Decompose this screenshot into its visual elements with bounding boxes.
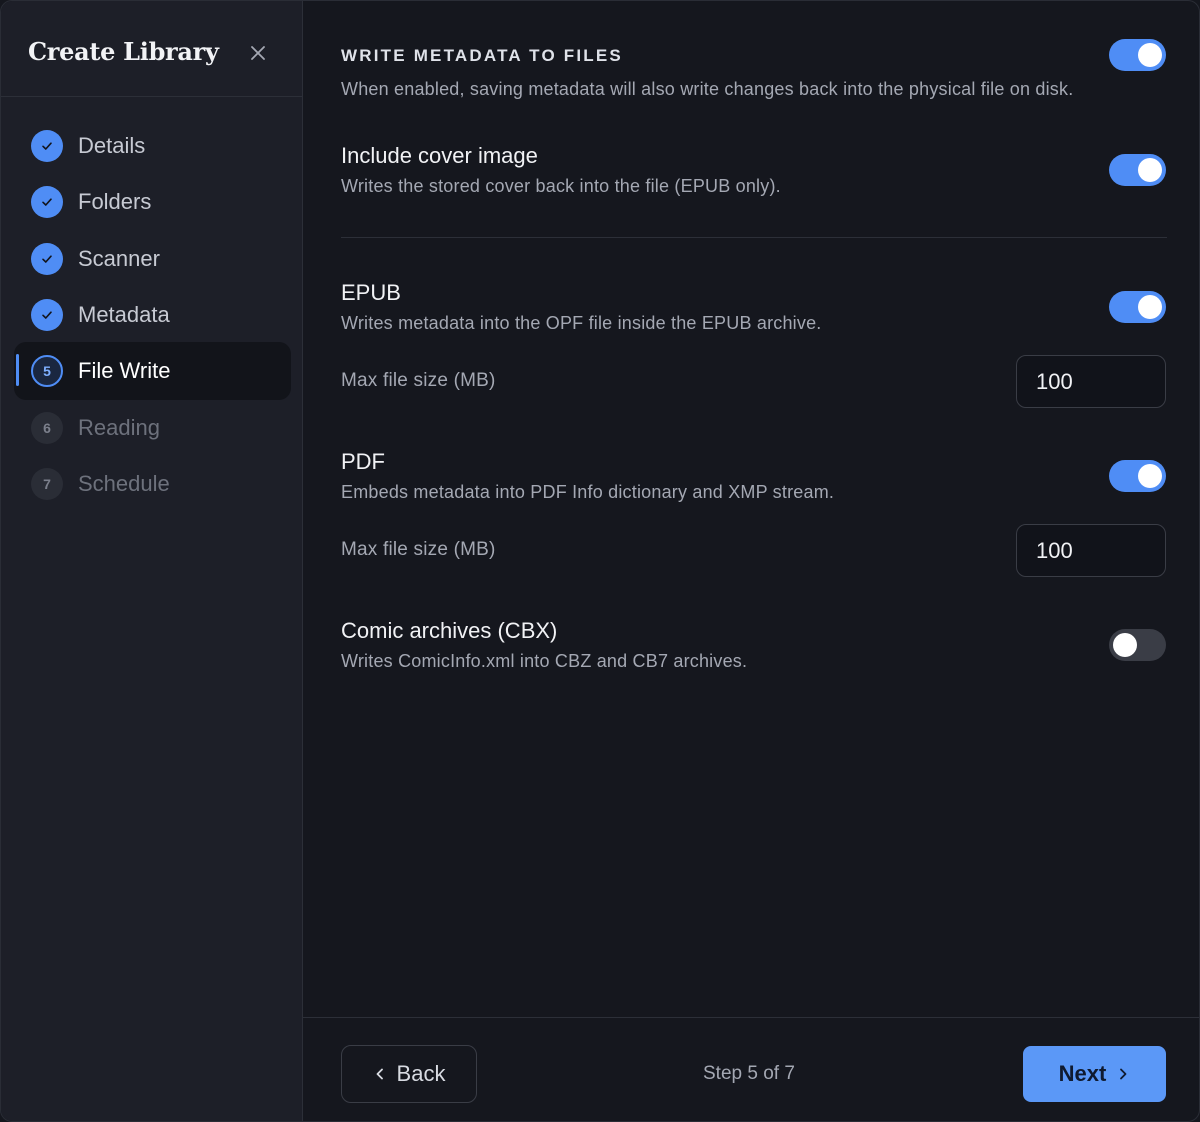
close-icon <box>251 46 265 60</box>
step-done-badge <box>31 299 63 331</box>
step-done-badge <box>31 130 63 162</box>
cover-image-description: Writes the stored cover back into the fi… <box>341 176 781 196</box>
cbx-toggle[interactable] <box>1109 629 1166 661</box>
toggle-knob <box>1138 464 1162 488</box>
sidebar-header: Create Library <box>1 1 302 97</box>
step-number-badge: 5 <box>31 355 63 387</box>
epub-toggle[interactable] <box>1109 291 1166 323</box>
step-number-badge: 7 <box>31 468 63 500</box>
step-item-reading[interactable]: 6 Reading <box>14 399 291 457</box>
check-icon <box>42 255 52 263</box>
wizard-sidebar: Create Library Details Folders Scanner M… <box>1 1 303 1121</box>
cbx-title: Comic archives (CBX) <box>341 618 558 643</box>
dialog-title: Create Library <box>28 37 219 66</box>
step-counter: Step 5 of 7 <box>703 1063 795 1084</box>
step-label: File Write <box>78 358 171 383</box>
epub-max-size-input[interactable] <box>1016 355 1166 408</box>
step-done-badge <box>31 243 63 275</box>
write-metadata-description: When enabled, saving metadata will also … <box>341 79 1074 99</box>
write-metadata-heading: WRITE METADATA TO FILES <box>341 46 623 65</box>
create-library-dialog: Create Library Details Folders Scanner M… <box>0 0 1200 1122</box>
step-label: Reading <box>78 415 160 440</box>
step-label: Schedule <box>78 471 170 496</box>
wizard-footer: Back Step 5 of 7 Next <box>303 1017 1199 1121</box>
toggle-knob <box>1138 295 1162 319</box>
back-label: Back <box>396 1061 446 1086</box>
step-item-metadata[interactable]: Metadata <box>14 286 291 344</box>
pdf-toggle[interactable] <box>1109 460 1166 492</box>
section-divider <box>341 237 1167 238</box>
step-item-details[interactable]: Details <box>14 117 291 175</box>
epub-description: Writes metadata into the OPF file inside… <box>341 313 822 333</box>
step-label: Scanner <box>78 246 160 271</box>
step-number-badge: 6 <box>31 412 63 444</box>
check-icon <box>42 198 52 206</box>
pdf-max-size-label: Max file size (MB) <box>341 539 496 560</box>
step-label: Metadata <box>78 302 170 327</box>
chevron-right-icon <box>1120 1068 1127 1080</box>
step-item-file-write[interactable]: 5 File Write <box>14 342 291 400</box>
toggle-knob <box>1138 43 1162 67</box>
next-label: Next <box>1058 1061 1107 1086</box>
step-done-badge <box>31 186 63 218</box>
step-label: Folders <box>78 189 152 214</box>
chevron-left-icon <box>376 1068 383 1080</box>
close-button[interactable] <box>244 39 272 67</box>
cbx-description: Writes ComicInfo.xml into CBZ and CB7 ar… <box>341 651 748 671</box>
cover-image-title: Include cover image <box>341 143 538 168</box>
step-item-scanner[interactable]: Scanner <box>14 230 291 288</box>
step-item-schedule[interactable]: 7 Schedule <box>14 455 291 513</box>
file-write-panel: WRITE METADATA TO FILES When enabled, sa… <box>303 1 1199 1121</box>
back-button[interactable]: Back <box>341 1045 477 1103</box>
step-item-folders[interactable]: Folders <box>14 173 291 231</box>
step-label: Details <box>78 133 146 158</box>
pdf-title: PDF <box>341 449 385 474</box>
toggle-knob <box>1138 158 1162 182</box>
next-button[interactable]: Next <box>1023 1046 1166 1102</box>
pdf-max-size-input[interactable] <box>1016 524 1166 577</box>
active-step-indicator <box>16 354 19 386</box>
check-icon <box>42 311 52 319</box>
pdf-description: Embeds metadata into PDF Info dictionary… <box>341 482 835 502</box>
epub-title: EPUB <box>341 280 401 305</box>
cover-image-toggle[interactable] <box>1109 154 1166 186</box>
epub-max-size-label: Max file size (MB) <box>341 370 496 391</box>
write-metadata-toggle[interactable] <box>1109 39 1166 71</box>
toggle-knob <box>1113 633 1137 657</box>
check-icon <box>42 142 52 150</box>
